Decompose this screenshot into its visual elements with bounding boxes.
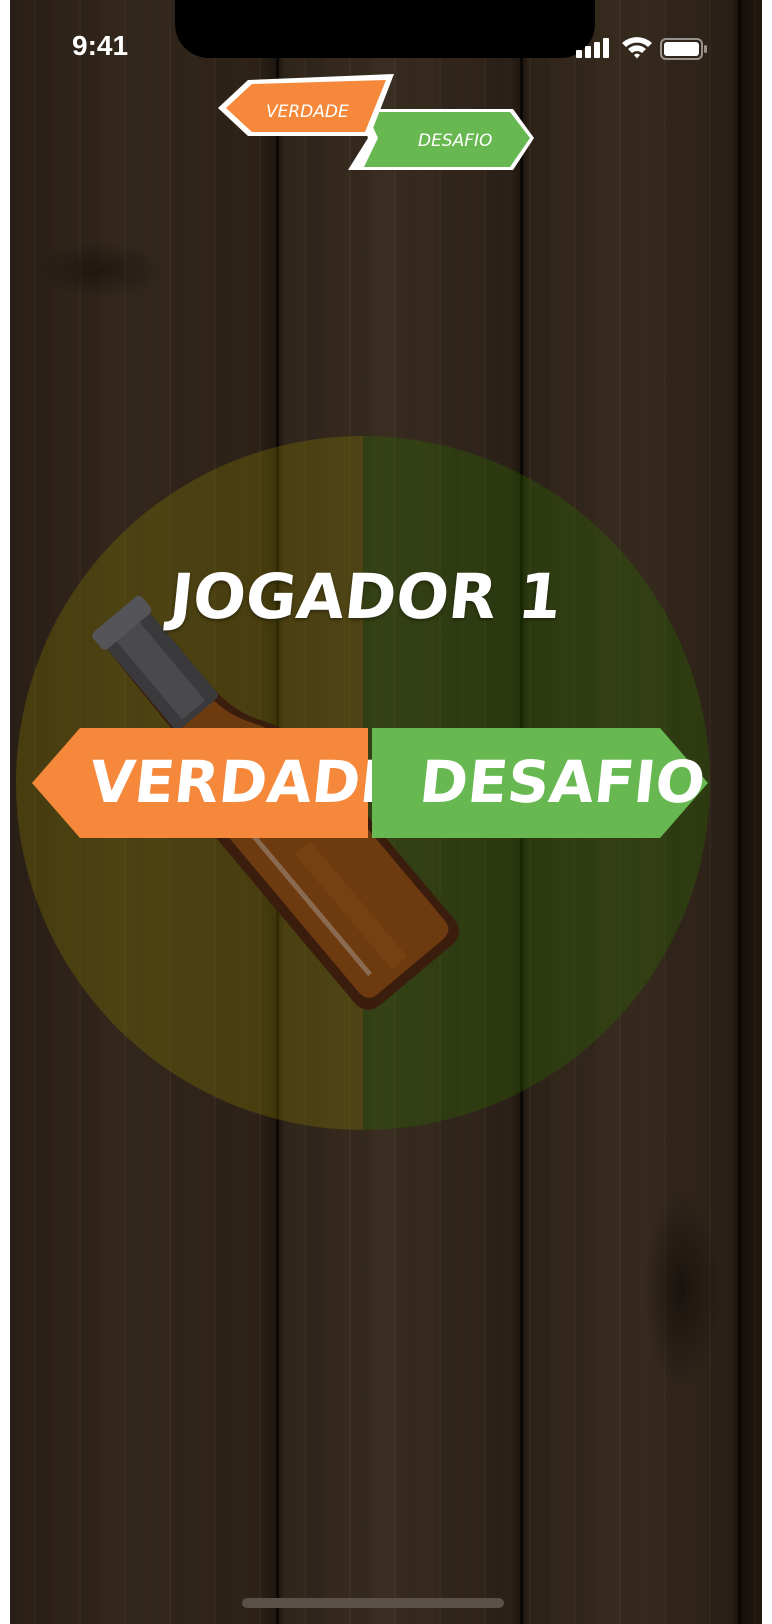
device-notch — [175, 0, 595, 58]
dare-button[interactable]: DESAFIO — [372, 728, 709, 838]
app-screen: 9:41 VERDADE DESAFIO JOGADOR 1 VERDADE D… — [10, 0, 762, 1624]
home-indicator[interactable] — [242, 1598, 504, 1608]
player-name: JOGADOR 1 — [166, 560, 566, 633]
wood-plank-edge — [738, 0, 741, 1624]
wifi-icon — [622, 37, 652, 59]
truth-button-label: VERDADE — [86, 748, 404, 816]
logo-truth-text: VERDADE — [266, 102, 349, 122]
dare-button-label: DESAFIO — [416, 748, 709, 816]
status-time: 9:41 — [72, 30, 129, 61]
logo-dare-text: DESAFIO — [418, 131, 492, 151]
app-logo: VERDADE DESAFIO — [218, 74, 534, 170]
truth-button[interactable]: VERDADE — [32, 728, 404, 838]
battery-icon — [660, 38, 707, 60]
